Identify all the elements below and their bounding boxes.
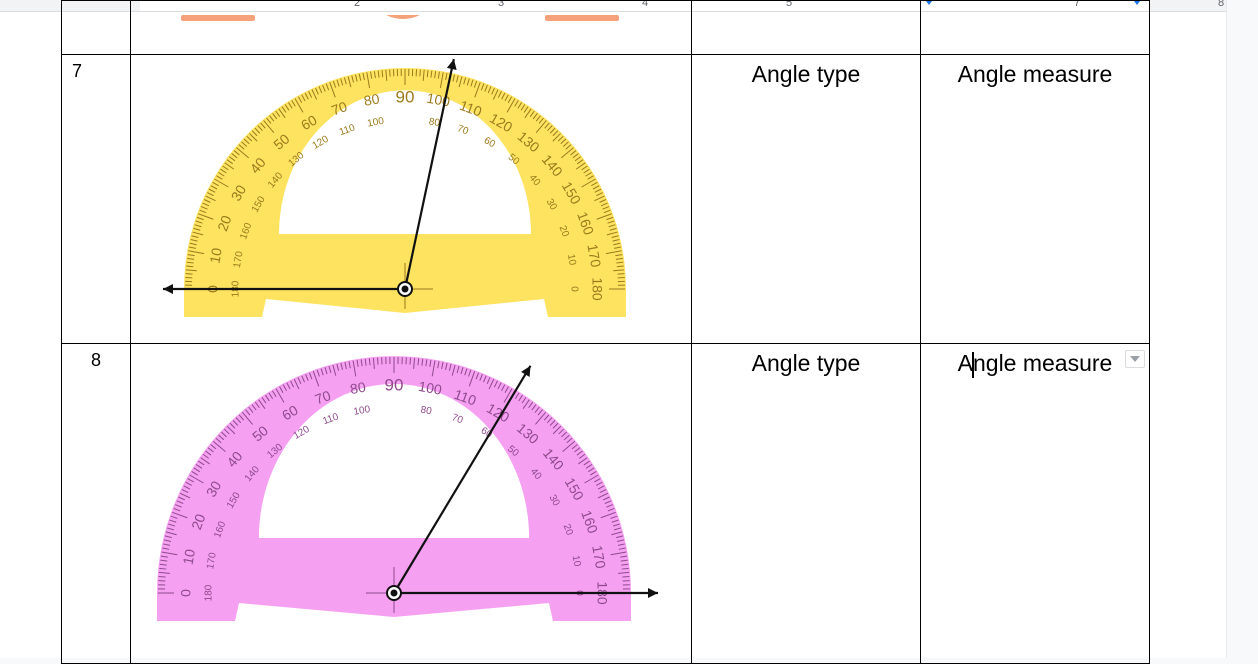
angle-type-cell[interactable]: Angle type [692, 344, 921, 664]
angle-type-label: Angle type [692, 55, 920, 88]
worksheet-table: 7 01801017020160301504014050130601207011… [61, 0, 1150, 664]
outer-scale-label: 0 [178, 589, 194, 597]
outer-scale-label: 90 [385, 375, 404, 394]
table-cell [131, 1, 692, 55]
ruler-margin-right [1150, 0, 1226, 11]
table-row: 8 01801017020160301504014050130601207011… [62, 344, 1150, 664]
smart-chip-dropdown-icon[interactable] [1125, 350, 1145, 368]
outer-scale-label: 80 [349, 379, 367, 397]
protractor-cell: 0180101702016030150401405013060120701108… [131, 344, 692, 664]
outer-scale-label: 10 [180, 548, 198, 566]
arrowhead-icon [447, 59, 457, 70]
angle-measure-text-end: ngle measure [973, 350, 1112, 376]
table-row [62, 1, 1150, 55]
angle-measure-label: Angle measure [921, 344, 1149, 378]
table-cell [921, 1, 1150, 55]
angle-measure-cell[interactable]: Angle measure [921, 55, 1150, 344]
vertical-scrollbar[interactable] [1226, 0, 1258, 658]
arrowhead-icon [648, 588, 658, 598]
previous-protractor-fragment [131, 1, 691, 49]
outer-scale-label: 90 [396, 87, 415, 106]
yellow-protractor-image[interactable]: 0180101702016030150401405013060120701108… [131, 55, 691, 338]
angle-type-label: Angle type [692, 344, 920, 377]
row-number-cell: 8 [62, 344, 131, 664]
arrowhead-icon [163, 284, 173, 294]
vertex-point [391, 590, 398, 597]
angle-measure-text-start: A [958, 350, 973, 376]
document-page: 7 01801017020160301504014050130601207011… [0, 12, 1226, 658]
angle-type-cell[interactable]: Angle type [692, 55, 921, 344]
row-number: 7 [62, 55, 130, 82]
pink-protractor-image[interactable]: 0180101702016030150401405013060120701108… [131, 344, 691, 658]
vertex-point [402, 286, 409, 293]
angle-measure-label: Angle measure [921, 55, 1149, 88]
row-number: 8 [62, 344, 130, 371]
ruler-number: 8 [1218, 0, 1224, 9]
inner-scale-label: 0 [568, 286, 579, 292]
outer-scale-label: 10 [206, 246, 224, 264]
protractor-cell: 0180101702016030150401405013060120701108… [131, 55, 692, 344]
table-cell [692, 1, 921, 55]
angle-measure-cell[interactable]: Angle measure [921, 344, 1150, 664]
table-row: 7 01801017020160301504014050130601207011… [62, 55, 1150, 344]
inner-scale-label: 180 [204, 584, 215, 601]
outer-scale-label: 80 [363, 90, 381, 108]
outer-scale-label: 180 [589, 277, 605, 301]
row-number-cell: 7 [62, 55, 131, 344]
table-cell [62, 1, 131, 55]
